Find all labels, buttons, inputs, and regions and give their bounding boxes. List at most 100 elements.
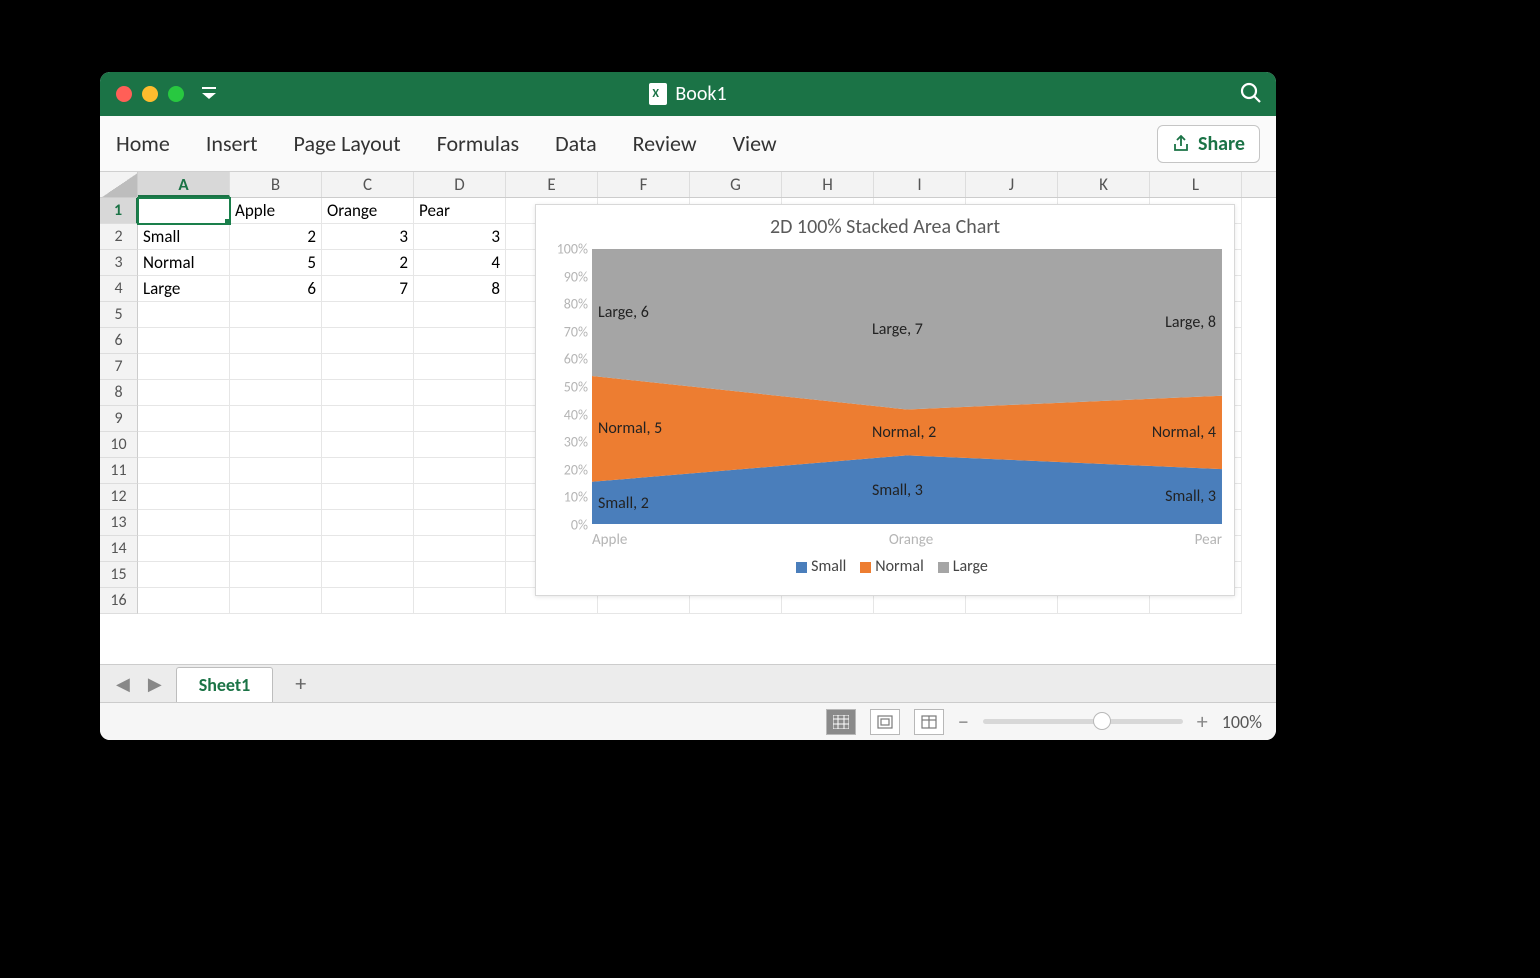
row-header-11[interactable]: 11 <box>100 458 138 484</box>
row-header-13[interactable]: 13 <box>100 510 138 536</box>
cell-A14[interactable] <box>138 536 230 562</box>
cell-B13[interactable] <box>230 510 322 536</box>
tab-insert[interactable]: Insert <box>206 130 258 157</box>
cell-C10[interactable] <box>322 432 414 458</box>
cell-A15[interactable] <box>138 562 230 588</box>
zoom-out-button[interactable]: − <box>958 708 969 735</box>
col-header-D[interactable]: D <box>414 172 506 197</box>
row-header-2[interactable]: 2 <box>100 224 138 250</box>
quick-access-dropdown[interactable] <box>202 86 220 103</box>
cell-B16[interactable] <box>230 588 322 614</box>
zoom-icon[interactable] <box>168 86 184 102</box>
zoom-slider[interactable] <box>983 719 1183 724</box>
cell-C1[interactable]: Orange <box>322 198 414 224</box>
col-header-F[interactable]: F <box>598 172 690 197</box>
cell-C16[interactable] <box>322 588 414 614</box>
worksheet[interactable]: ABCDEFGHIJKL 1AppleOrangePear2Small2333N… <box>100 172 1276 664</box>
cell-B5[interactable] <box>230 302 322 328</box>
row-header-8[interactable]: 8 <box>100 380 138 406</box>
cell-B10[interactable] <box>230 432 322 458</box>
cell-A10[interactable] <box>138 432 230 458</box>
row-header-12[interactable]: 12 <box>100 484 138 510</box>
col-header-B[interactable]: B <box>230 172 322 197</box>
cell-D15[interactable] <box>414 562 506 588</box>
cell-D11[interactable] <box>414 458 506 484</box>
row-header-3[interactable]: 3 <box>100 250 138 276</box>
cell-B9[interactable] <box>230 406 322 432</box>
cell-D5[interactable] <box>414 302 506 328</box>
col-header-J[interactable]: J <box>966 172 1058 197</box>
col-header-K[interactable]: K <box>1058 172 1150 197</box>
cell-C5[interactable] <box>322 302 414 328</box>
cell-A5[interactable] <box>138 302 230 328</box>
row-header-6[interactable]: 6 <box>100 328 138 354</box>
cell-D16[interactable] <box>414 588 506 614</box>
cell-B1[interactable]: Apple <box>230 198 322 224</box>
cell-A13[interactable] <box>138 510 230 536</box>
cell-B4[interactable]: 6 <box>230 276 322 302</box>
cell-D14[interactable] <box>414 536 506 562</box>
add-sheet-button[interactable]: + <box>283 670 318 697</box>
next-sheet-icon[interactable]: ▶ <box>144 673 166 695</box>
share-button[interactable]: Share <box>1157 125 1260 163</box>
cell-B7[interactable] <box>230 354 322 380</box>
stacked-area-chart[interactable]: 2D 100% Stacked Area Chart 0%10%20%30%40… <box>535 204 1235 596</box>
tab-data[interactable]: Data <box>555 130 597 157</box>
cell-B2[interactable]: 2 <box>230 224 322 250</box>
cell-B12[interactable] <box>230 484 322 510</box>
cell-A12[interactable] <box>138 484 230 510</box>
col-header-E[interactable]: E <box>506 172 598 197</box>
cell-D3[interactable]: 4 <box>414 250 506 276</box>
cell-A8[interactable] <box>138 380 230 406</box>
cell-B14[interactable] <box>230 536 322 562</box>
row-header-15[interactable]: 15 <box>100 562 138 588</box>
cell-D13[interactable] <box>414 510 506 536</box>
cell-A6[interactable] <box>138 328 230 354</box>
col-header-L[interactable]: L <box>1150 172 1242 197</box>
cell-D10[interactable] <box>414 432 506 458</box>
cell-C7[interactable] <box>322 354 414 380</box>
row-header-9[interactable]: 9 <box>100 406 138 432</box>
cell-C12[interactable] <box>322 484 414 510</box>
row-header-1[interactable]: 1 <box>100 198 138 224</box>
prev-sheet-icon[interactable]: ◀ <box>112 673 134 695</box>
cell-B11[interactable] <box>230 458 322 484</box>
cell-D2[interactable]: 3 <box>414 224 506 250</box>
cell-C9[interactable] <box>322 406 414 432</box>
cell-D8[interactable] <box>414 380 506 406</box>
cell-A2[interactable]: Small <box>138 224 230 250</box>
tab-home[interactable]: Home <box>116 130 170 157</box>
cell-D12[interactable] <box>414 484 506 510</box>
cell-B8[interactable] <box>230 380 322 406</box>
zoom-in-button[interactable]: + <box>1197 708 1208 735</box>
zoom-thumb[interactable] <box>1093 712 1111 730</box>
cell-C13[interactable] <box>322 510 414 536</box>
minimize-icon[interactable] <box>142 86 158 102</box>
col-header-I[interactable]: I <box>874 172 966 197</box>
col-header-H[interactable]: H <box>782 172 874 197</box>
col-header-A[interactable]: A <box>138 172 230 197</box>
tab-formulas[interactable]: Formulas <box>437 130 519 157</box>
cell-D4[interactable]: 8 <box>414 276 506 302</box>
sheet-tab-active[interactable]: Sheet1 <box>176 667 274 702</box>
cell-D1[interactable]: Pear <box>414 198 506 224</box>
cell-D7[interactable] <box>414 354 506 380</box>
select-all-corner[interactable] <box>100 172 138 197</box>
col-header-C[interactable]: C <box>322 172 414 197</box>
cell-A3[interactable]: Normal <box>138 250 230 276</box>
row-header-7[interactable]: 7 <box>100 354 138 380</box>
cell-D9[interactable] <box>414 406 506 432</box>
cell-B6[interactable] <box>230 328 322 354</box>
cell-C6[interactable] <box>322 328 414 354</box>
cell-B3[interactable]: 5 <box>230 250 322 276</box>
cell-A7[interactable] <box>138 354 230 380</box>
cell-A4[interactable]: Large <box>138 276 230 302</box>
cell-A9[interactable] <box>138 406 230 432</box>
cell-C2[interactable]: 3 <box>322 224 414 250</box>
cell-A1[interactable] <box>138 198 230 224</box>
row-header-16[interactable]: 16 <box>100 588 138 614</box>
search-icon[interactable] <box>1240 82 1262 109</box>
view-page-layout-icon[interactable] <box>870 709 900 735</box>
row-header-5[interactable]: 5 <box>100 302 138 328</box>
cell-B15[interactable] <box>230 562 322 588</box>
